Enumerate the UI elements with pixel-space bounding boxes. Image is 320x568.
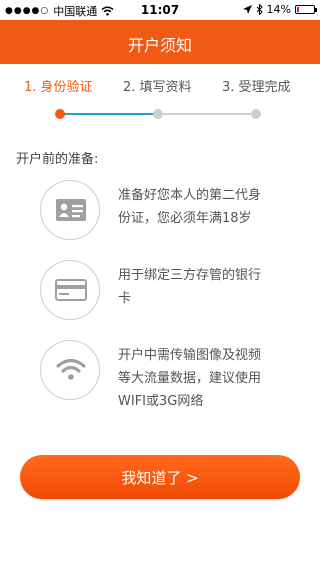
item-description: 准备好您本人的第二代身 份证，您必须年满18岁 bbox=[118, 184, 288, 230]
id-card-icon bbox=[56, 199, 86, 221]
bank-card-icon bbox=[55, 279, 87, 301]
battery-percent: 14% bbox=[266, 3, 291, 16]
icon-circle bbox=[40, 340, 100, 400]
item-line: 等大流量数据，建议使用 bbox=[118, 371, 262, 386]
item-line: 卡 bbox=[118, 291, 132, 306]
item-description: 用于绑定三方存管的银行 卡 bbox=[118, 264, 288, 310]
section-title: 开户前的准备: bbox=[16, 152, 99, 167]
item-line: 准备好您本人的第二代身 bbox=[118, 188, 262, 203]
battery-icon bbox=[295, 5, 317, 14]
page-title: 开户须知 bbox=[127, 36, 192, 55]
list-item-id-card: 准备好您本人的第二代身 份证，您必须年满18岁 bbox=[0, 180, 320, 250]
icon-circle bbox=[40, 180, 100, 240]
item-line: 用于绑定三方存管的银行 bbox=[118, 268, 262, 283]
progress-dot-step-2 bbox=[153, 109, 163, 119]
bluetooth-icon bbox=[256, 4, 263, 15]
item-description: 开户中需传输图像及视频 等大流量数据，建议使用 WIFI或3G网络 bbox=[118, 344, 288, 413]
step-completed: 3. 受理完成 bbox=[222, 80, 291, 95]
list-item-bank-card: 用于绑定三方存管的银行 卡 bbox=[0, 260, 320, 330]
confirm-button[interactable]: 我知道了 > bbox=[20, 455, 300, 499]
battery-fill bbox=[297, 7, 299, 12]
location-arrow-icon bbox=[242, 5, 252, 14]
progress-track-remaining bbox=[158, 113, 256, 115]
icon-circle bbox=[40, 260, 100, 320]
list-item-network: 开户中需传输图像及视频 等大流量数据，建议使用 WIFI或3G网络 bbox=[0, 340, 320, 410]
status-bar: ●●●●○ 中国联通 11:07 14% bbox=[0, 0, 320, 20]
progress-dot-step-1 bbox=[55, 109, 65, 119]
item-line: WIFI或3G网络 bbox=[118, 394, 204, 409]
item-line: 份证，您必须年满18岁 bbox=[118, 211, 252, 226]
step-fill-info: 2. 填写资料 bbox=[123, 80, 192, 95]
progress-track-active bbox=[60, 113, 158, 115]
progress-dot-step-3 bbox=[251, 109, 261, 119]
step-progress bbox=[0, 106, 320, 120]
step-indicator: 1. 身份验证 2. 填写资料 3. 受理完成 bbox=[0, 76, 320, 96]
navigation-bar: 开户须知 bbox=[0, 20, 320, 64]
item-line: 开户中需传输图像及视频 bbox=[118, 348, 262, 363]
status-right: 14% bbox=[242, 3, 317, 16]
step-identity-verification: 1. 身份验证 bbox=[24, 80, 93, 95]
wifi-icon bbox=[56, 358, 86, 380]
